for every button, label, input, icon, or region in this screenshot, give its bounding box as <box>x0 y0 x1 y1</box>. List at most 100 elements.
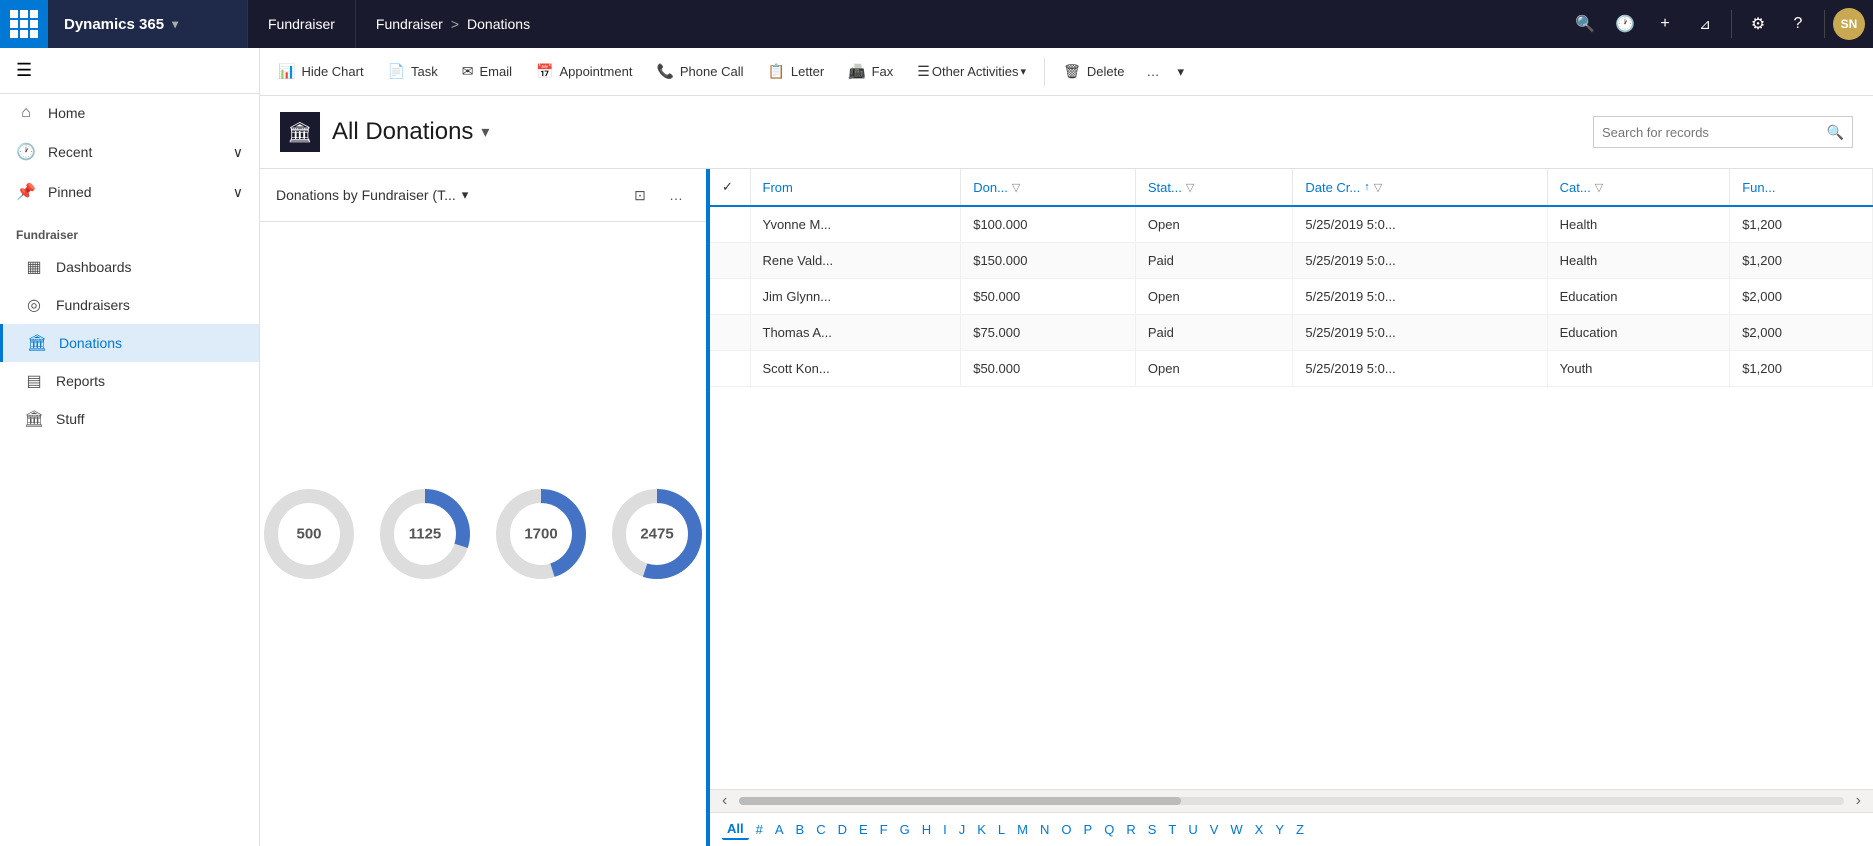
sidebar-fundraisers-label: Fundraisers <box>56 297 130 313</box>
row-check[interactable] <box>710 243 750 279</box>
alpha-item-o[interactable]: O <box>1056 820 1076 839</box>
col-status[interactable]: Stat... ▽ <box>1135 169 1292 206</box>
alpha-item-h[interactable]: H <box>917 820 936 839</box>
alpha-item-y[interactable]: Y <box>1270 820 1289 839</box>
grid-table-wrapper[interactable]: ✓ From Don... <box>710 169 1873 789</box>
alpha-item-x[interactable]: X <box>1250 820 1269 839</box>
table-row[interactable]: Scott Kon... $50.000 Open 5/25/2019 5:0.… <box>710 351 1873 387</box>
table-row[interactable]: Rene Vald... $150.000 Paid 5/25/2019 5:0… <box>710 243 1873 279</box>
category-filter-icon[interactable]: ▽ <box>1595 181 1603 194</box>
chart-title-chevron[interactable]: ▾ <box>462 187 469 203</box>
alpha-item-q[interactable]: Q <box>1099 820 1119 839</box>
fax-icon: 📠 <box>848 63 865 80</box>
col-date[interactable]: Date Cr... ↑ ▽ <box>1293 169 1547 206</box>
letter-icon: 📋 <box>767 63 784 80</box>
col-check[interactable]: ✓ <box>710 169 750 206</box>
sidebar-item-donations[interactable]: 🏛 Donations <box>0 324 259 362</box>
alpha-item-i[interactable]: I <box>938 820 952 839</box>
row-check[interactable] <box>710 206 750 243</box>
page-title-area: All Donations ▾ <box>332 118 1593 146</box>
hamburger-button[interactable]: ☰ <box>0 48 259 94</box>
page-title-chevron[interactable]: ▾ <box>481 122 489 142</box>
task-button[interactable]: 📄 Task <box>378 54 448 90</box>
other-activities-button[interactable]: ☰ Other Activities ▾ <box>907 54 1036 90</box>
alpha-item-v[interactable]: V <box>1205 820 1224 839</box>
date-sort-icon[interactable]: ↑ <box>1364 181 1370 193</box>
col-category[interactable]: Cat... ▽ <box>1547 169 1730 206</box>
sidebar-item-fundraisers[interactable]: ◎ Fundraisers <box>0 286 259 324</box>
appointment-button[interactable]: 📅 Appointment <box>526 54 642 90</box>
alpha-item-c[interactable]: C <box>811 820 830 839</box>
grid-panel: ✓ From Don... <box>710 169 1873 846</box>
sidebar-item-home[interactable]: ⌂ Home <box>0 94 259 132</box>
more-options-icon: … <box>1146 64 1159 79</box>
alpha-item-r[interactable]: R <box>1121 820 1140 839</box>
alpha-item-n[interactable]: N <box>1035 820 1054 839</box>
alpha-item-z[interactable]: Z <box>1291 820 1309 839</box>
alpha-item-all[interactable]: All <box>722 819 749 840</box>
top-bar-actions: 🔍 🕐 + ⊿ ⚙ ? SN <box>1567 6 1873 42</box>
apps-launcher[interactable] <box>0 0 48 48</box>
settings-button[interactable]: ⚙ <box>1740 6 1776 42</box>
row-check[interactable] <box>710 279 750 315</box>
sidebar-item-pinned[interactable]: 📌 Pinned ∨ <box>0 172 259 212</box>
fundraisers-icon: ◎ <box>24 295 44 315</box>
chart-more-button[interactable]: … <box>662 181 690 209</box>
phone-call-button[interactable]: 📞 Phone Call <box>646 54 753 90</box>
alpha-item-s[interactable]: S <box>1143 820 1162 839</box>
search-button[interactable]: 🔍 <box>1567 6 1603 42</box>
hide-chart-button[interactable]: 📊 Hide Chart <box>268 54 374 90</box>
alpha-item-m[interactable]: M <box>1012 820 1033 839</box>
app-name-area[interactable]: Dynamics 365 ▾ <box>48 0 248 48</box>
row-check[interactable] <box>710 315 750 351</box>
table-row[interactable]: Jim Glynn... $50.000 Open 5/25/2019 5:0.… <box>710 279 1873 315</box>
alpha-item-g[interactable]: G <box>895 820 915 839</box>
alpha-item-e[interactable]: E <box>854 820 873 839</box>
donation-filter-icon[interactable]: ▽ <box>1012 181 1020 194</box>
alpha-item-l[interactable]: L <box>993 820 1010 839</box>
horizontal-scrollbar[interactable] <box>739 797 1181 805</box>
alpha-item-a[interactable]: A <box>770 820 789 839</box>
sidebar-item-recent[interactable]: 🕐 Recent ∨ <box>0 132 259 172</box>
stuff-icon: 🏛 <box>24 409 44 429</box>
date-filter-icon[interactable]: ▽ <box>1374 181 1382 194</box>
col-from[interactable]: From <box>750 169 961 206</box>
more-options-button[interactable]: … <box>1138 54 1167 90</box>
search-input[interactable] <box>1602 125 1821 140</box>
help-button[interactable]: ? <box>1780 6 1816 42</box>
alpha-item-p[interactable]: P <box>1079 820 1098 839</box>
alpha-item-j[interactable]: J <box>954 820 971 839</box>
search-box[interactable]: 🔍 <box>1593 116 1853 148</box>
col-donation[interactable]: Don... ▽ <box>961 169 1136 206</box>
add-button[interactable]: + <box>1647 6 1683 42</box>
chart-expand-button[interactable]: ⊡ <box>626 181 654 209</box>
sidebar-item-stuff[interactable]: 🏛 Stuff <box>0 400 259 438</box>
recent-icon-button[interactable]: 🕐 <box>1607 6 1643 42</box>
alpha-item-d[interactable]: D <box>833 820 852 839</box>
filter-button[interactable]: ⊿ <box>1687 6 1723 42</box>
alpha-item-t[interactable]: T <box>1163 820 1181 839</box>
status-filter-icon[interactable]: ▽ <box>1186 181 1194 194</box>
table-row[interactable]: Thomas A... $75.000 Paid 5/25/2019 5:0..… <box>710 315 1873 351</box>
alpha-item-u[interactable]: U <box>1183 820 1202 839</box>
sidebar-item-reports[interactable]: ▤ Reports <box>0 362 259 400</box>
alpha-item-#[interactable]: # <box>751 820 768 839</box>
dropdown-expand-button[interactable]: ▾ <box>1171 54 1190 90</box>
scroll-right-arrow[interactable]: › <box>1848 792 1869 810</box>
alpha-item-w[interactable]: W <box>1225 820 1247 839</box>
user-avatar[interactable]: SN <box>1833 8 1865 40</box>
scroll-left-arrow[interactable]: ‹ <box>714 792 735 810</box>
alpha-item-b[interactable]: B <box>791 820 810 839</box>
fax-button[interactable]: 📠 Fax <box>838 54 903 90</box>
email-button[interactable]: ✉ Email <box>452 54 522 90</box>
sidebar-item-dashboards[interactable]: ▦ Dashboards <box>0 248 259 286</box>
alpha-item-f[interactable]: F <box>875 820 893 839</box>
table-row[interactable]: Yvonne M... $100.000 Open 5/25/2019 5:0.… <box>710 206 1873 243</box>
col-fundraiser[interactable]: Fun... <box>1730 169 1873 206</box>
row-check[interactable] <box>710 351 750 387</box>
hamburger-icon[interactable]: ☰ <box>16 60 32 80</box>
alpha-item-k[interactable]: K <box>972 820 991 839</box>
delete-button[interactable]: 🗑 Delete <box>1053 54 1134 90</box>
letter-button[interactable]: 📋 Letter <box>757 54 834 90</box>
top-bar: Dynamics 365 ▾ Fundraiser Fundraiser > D… <box>0 0 1873 48</box>
